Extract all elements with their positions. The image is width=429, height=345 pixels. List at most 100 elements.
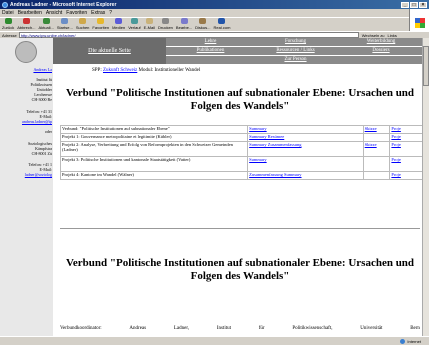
- project-proj-cell: Proje: [389, 133, 422, 142]
- contact-name: Andreas La: [2, 67, 52, 72]
- project-title: Projekt 1: Gouvernance metropolitaine et…: [59, 133, 249, 142]
- project-skizze-link[interactable]: Skizze: [365, 126, 377, 131]
- home-button[interactable]: Startse...: [57, 18, 73, 30]
- project-summary-cell: Summary: [247, 156, 364, 172]
- menu-ansicht[interactable]: Ansicht: [46, 10, 62, 16]
- media-icon: [115, 18, 123, 24]
- discuss-button[interactable]: Diskus...: [195, 18, 211, 30]
- vertical-scrollbar[interactable]: [422, 38, 429, 336]
- breadcrumb: SPP: Zukunft Schweiz Modul: Institutione…: [92, 68, 201, 73]
- minimize-button[interactable]: _: [401, 1, 409, 8]
- nav-ressourcen[interactable]: Ressourcen / Links: [258, 48, 333, 53]
- menu-help[interactable]: ?: [109, 10, 112, 16]
- menu-favoriten[interactable]: Favoriten: [66, 10, 87, 16]
- project-skizze-cell: [362, 171, 391, 180]
- home-icon: [61, 18, 69, 24]
- stop-button[interactable]: Abbrech...: [17, 18, 35, 30]
- table-row: Projekt 4: Kantone im Wandel (Wälner) Zu…: [59, 171, 422, 180]
- globe-icon: [400, 338, 406, 344]
- project-title: Verbund: "Politische Institutionen auf s…: [59, 125, 249, 134]
- top-navigation: Die aktuelle Seite Lehre Forschung Weite…: [53, 38, 422, 64]
- menu-extras[interactable]: Extras: [91, 10, 105, 16]
- project-skizze-cell: Skizze: [362, 141, 391, 157]
- project-proj-link[interactable]: Proje: [391, 142, 401, 147]
- project-skizze-cell: Skizze: [362, 125, 391, 134]
- page-viewport: Andreas La Institut fü Politikwissen Uni…: [0, 38, 422, 336]
- project-proj-cell: Proje: [389, 156, 422, 172]
- nav-lehre[interactable]: Lehre: [173, 39, 248, 44]
- coordinator-line: Verbundkoordinator: Andreas Ladner, Inst…: [60, 326, 420, 331]
- nav-divider: [166, 46, 422, 47]
- history-button[interactable]: Verlauf: [128, 18, 141, 30]
- project-proj-cell: Proje: [389, 141, 422, 157]
- nav-forschung[interactable]: Forschung: [258, 39, 333, 44]
- project-summary-link[interactable]: Summary Zusammenfassung: [249, 142, 301, 147]
- breadcrumb-link[interactable]: Zukunft Schweiz: [103, 68, 137, 73]
- contact-address: Institut fü Politikwissen Unitobler Lerc…: [30, 77, 52, 102]
- project-skizze-link[interactable]: Skizze: [365, 142, 377, 147]
- go-button[interactable]: Wechseln zu: [362, 33, 385, 38]
- windows-flag-icon: [414, 18, 425, 28]
- scrollbar-thumb[interactable]: [423, 46, 429, 86]
- close-button[interactable]: ×: [419, 1, 427, 8]
- project-title: Projekt 3: Politische Institutionen und …: [59, 156, 249, 172]
- links-button[interactable]: Links: [388, 33, 397, 38]
- printer-icon: [161, 18, 169, 24]
- project-proj-link[interactable]: Proje: [391, 157, 401, 162]
- address-label: Adresse: [2, 32, 17, 38]
- nav-dossiers[interactable]: Dossiers: [343, 48, 419, 53]
- table-row: Projekt 3: Politische Institutionen und …: [59, 156, 422, 172]
- search-icon: [79, 18, 87, 24]
- contact-sidebar: Andreas La Institut fü Politikwissen Uni…: [0, 38, 53, 336]
- window-title: Andreas Ladner - Microsoft Internet Expl…: [10, 1, 117, 8]
- email2-link[interactable]: ladner@soziolog: [25, 172, 52, 177]
- contact-address-2: Soziologisches Kämpfstra CH-8001 Zü: [28, 141, 52, 156]
- edit-icon: [180, 18, 188, 24]
- security-zone: Internet: [400, 338, 421, 344]
- menubar: Datei Bearbeiten Ansicht Favoriten Extra…: [0, 9, 429, 17]
- project-proj-link[interactable]: Proje: [391, 126, 401, 131]
- star-icon: [97, 18, 105, 24]
- menu-datei[interactable]: Datei: [2, 10, 14, 16]
- media-button[interactable]: Medien: [112, 18, 125, 30]
- project-title: Projekt 2: Analyse, Verbreitung und Erfo…: [59, 141, 249, 157]
- project-summary-cell: Summary Resümee: [247, 133, 364, 142]
- print-button[interactable]: Drucken: [158, 18, 173, 30]
- nav-weiterbildung[interactable]: Weiterbildung: [343, 39, 419, 44]
- project-summary-link[interactable]: Summary: [249, 126, 267, 131]
- nav-publikationen[interactable]: Publikationen: [173, 48, 248, 53]
- table-row: Verbund: "Politische Institutionen auf s…: [59, 125, 422, 134]
- real-icon: [218, 18, 226, 24]
- contact-phone-2: Telefon: +41 1 E-Mail: ladner@soziolog: [24, 162, 52, 177]
- real-button[interactable]: Real.com: [214, 18, 230, 30]
- refresh-icon: [42, 18, 50, 24]
- project-summary-link[interactable]: Summary Resümee: [249, 134, 284, 139]
- project-summary-cell: Summary Zusammenfassung: [247, 141, 364, 157]
- project-summary-link[interactable]: Zusammenfassung Summary: [249, 172, 301, 177]
- contact-separator: oder: [44, 129, 52, 134]
- address-bar: Adresse http://www.ipw.unibe.ch/ladner/ …: [0, 31, 429, 38]
- project-summary-cell: Zusammenfassung Summary: [247, 171, 364, 180]
- contact-name-link[interactable]: Andreas La: [33, 67, 52, 72]
- refresh-button[interactable]: Aktuali...: [38, 18, 54, 30]
- favorites-button[interactable]: Favoriten: [92, 18, 109, 30]
- project-proj-cell: Proje: [389, 125, 422, 134]
- projects-table: Verbund: "Politische Institutionen auf s…: [59, 125, 422, 180]
- history-icon: [130, 18, 138, 24]
- project-proj-cell: Proje: [389, 171, 422, 180]
- menu-bearbeiten[interactable]: Bearbeiten: [18, 10, 42, 16]
- horizontal-rule: [60, 228, 420, 229]
- edit-button[interactable]: Bearbe...: [176, 18, 192, 30]
- search-button[interactable]: Suchen: [76, 18, 89, 30]
- mail-button[interactable]: E-Mail: [144, 18, 155, 30]
- address-url: http://www.ipw.unibe.ch/ladner/: [20, 32, 76, 38]
- back-button[interactable]: Zurück: [2, 18, 14, 30]
- project-proj-link[interactable]: Proje: [391, 172, 401, 177]
- nav-current-page[interactable]: Die aktuelle Seite: [53, 38, 166, 64]
- email-link[interactable]: andreas.ladner@ip: [22, 119, 52, 124]
- project-proj-link[interactable]: Proje: [391, 134, 401, 139]
- project-summary-link[interactable]: Summary: [249, 157, 267, 162]
- maximize-button[interactable]: □: [410, 1, 418, 8]
- nav-divider: [166, 55, 422, 56]
- nav-zur-person[interactable]: Zur Person: [258, 57, 333, 62]
